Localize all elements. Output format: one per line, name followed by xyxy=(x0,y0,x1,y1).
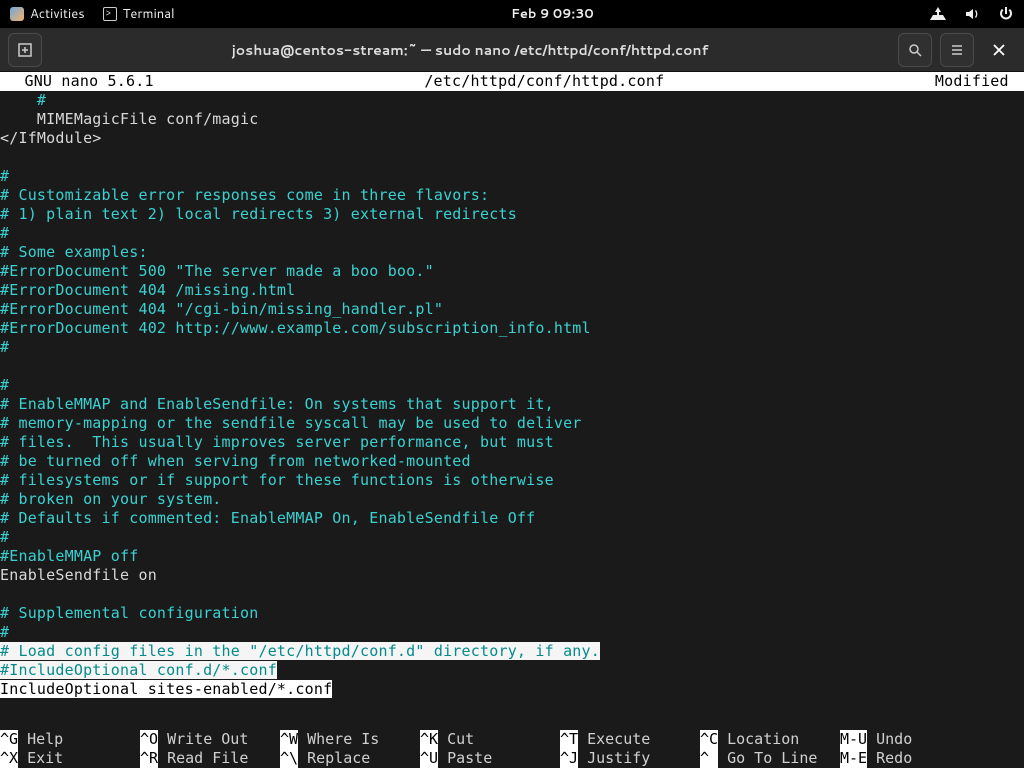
editor-line: #ErrorDocument 402 http://www.example.co… xyxy=(0,319,1024,338)
shortcut-label: Paste xyxy=(438,749,537,768)
shortcut-label: Undo xyxy=(867,730,912,749)
editor-line: EnableSendfile on xyxy=(0,566,1024,585)
shortcut-key: ^U xyxy=(420,749,438,768)
shortcut-label: Replace xyxy=(298,749,397,768)
shortcut: ^C Location xyxy=(700,730,840,749)
search-button[interactable] xyxy=(898,33,932,67)
nano-version: GNU nano 5.6.1 xyxy=(0,72,154,91)
shortcut-key: ^C xyxy=(700,730,718,749)
editor-line xyxy=(0,357,1024,376)
shortcut: ^\ Replace xyxy=(280,749,420,768)
shortcut-key: M-E xyxy=(840,749,867,768)
clock[interactable]: Feb 9 09:30 xyxy=(175,5,930,23)
shortcut: ^K Cut xyxy=(420,730,560,749)
app-menu-label: Terminal xyxy=(123,5,175,23)
close-button[interactable] xyxy=(982,33,1016,67)
editor-line: # EnableMMAP and EnableSendfile: On syst… xyxy=(0,395,1024,414)
shortcut-key: ^J xyxy=(560,749,578,768)
editor-line: # 1) plain text 2) local redirects 3) ex… xyxy=(0,205,1024,224)
editor-line: # memory-mapping or the sendfile syscall… xyxy=(0,414,1024,433)
editor-line: # xyxy=(0,91,1024,110)
shortcut-label: Go To Line xyxy=(718,749,817,768)
window-titlebar: joshua@centos-stream:~ — sudo nano /etc/… xyxy=(0,28,1024,72)
shortcut-label: Execute xyxy=(578,730,677,749)
shortcut-key: ^X xyxy=(0,749,18,768)
activities-icon xyxy=(10,7,24,21)
shortcut: M-U Undo xyxy=(840,730,930,749)
editor-line: #ErrorDocument 500 "The server made a bo… xyxy=(0,262,1024,281)
editor-line: # xyxy=(0,338,1024,357)
gnome-topbar: Activities Terminal Feb 9 09:30 xyxy=(0,0,1024,28)
shortcut-label: Cut xyxy=(438,730,537,749)
editor-line: # broken on your system. xyxy=(0,490,1024,509)
shortcut-key: ^R xyxy=(140,749,158,768)
terminal-viewport[interactable]: GNU nano 5.6.1 /etc/httpd/conf/httpd.con… xyxy=(0,72,1024,768)
editor-line: #ErrorDocument 404 /missing.html xyxy=(0,281,1024,300)
terminal-icon xyxy=(103,7,117,21)
shortcut-label: Location xyxy=(718,730,817,749)
menu-button[interactable] xyxy=(940,33,974,67)
editor-line: #IncludeOptional conf.d/*.conf xyxy=(0,661,1024,680)
shortcut: ^O Write Out xyxy=(140,730,280,749)
editor-line: #ErrorDocument 404 "/cgi-bin/missing_han… xyxy=(0,300,1024,319)
new-tab-button[interactable] xyxy=(8,33,42,67)
editor-line: # files. This usually improves server pe… xyxy=(0,433,1024,452)
nano-titlebar: GNU nano 5.6.1 /etc/httpd/conf/httpd.con… xyxy=(0,72,1024,91)
shortcut-key: ^O xyxy=(140,730,158,749)
shortcut-label: Justify xyxy=(578,749,677,768)
shortcut-key: ^ xyxy=(700,749,718,768)
editor-line: # be turned off when serving from networ… xyxy=(0,452,1024,471)
editor-line: # xyxy=(0,376,1024,395)
editor-buffer[interactable]: # MIMEMagicFile conf/magic</IfModule> ##… xyxy=(0,91,1024,699)
editor-line: # xyxy=(0,167,1024,186)
app-menu[interactable]: Terminal xyxy=(103,5,175,23)
window-title: joshua@centos-stream:~ — sudo nano /etc/… xyxy=(42,40,898,60)
editor-line: # Defaults if commented: EnableMMAP On, … xyxy=(0,509,1024,528)
shortcut-label: Read File xyxy=(158,749,257,768)
shortcut: ^G Help xyxy=(0,730,140,749)
editor-line xyxy=(0,148,1024,167)
nano-shortcut-bar: ^G Help ^O Write Out ^W Where Is ^K Cut … xyxy=(0,730,1024,768)
editor-line: </IfModule> xyxy=(0,129,1024,148)
network-icon[interactable] xyxy=(930,6,946,22)
shortcut-key: ^\ xyxy=(280,749,298,768)
shortcut: ^J Justify xyxy=(560,749,700,768)
shortcut-key: ^T xyxy=(560,730,578,749)
editor-line: # Load config files in the "/etc/httpd/c… xyxy=(0,642,1024,661)
shortcut-label: Exit xyxy=(18,749,117,768)
power-icon[interactable] xyxy=(998,6,1014,22)
shortcut: M-E Redo xyxy=(840,749,930,768)
activities-button[interactable]: Activities xyxy=(10,5,85,23)
shortcut-key: ^K xyxy=(420,730,438,749)
shortcut: ^R Read File xyxy=(140,749,280,768)
nano-modified: Modified xyxy=(935,72,1024,91)
shortcut-label: Redo xyxy=(867,749,912,768)
editor-line: # Some examples: xyxy=(0,243,1024,262)
volume-icon[interactable] xyxy=(964,6,980,22)
shortcut: ^W Where Is xyxy=(280,730,420,749)
editor-line: MIMEMagicFile conf/magic xyxy=(0,110,1024,129)
nano-filename: /etc/httpd/conf/httpd.conf xyxy=(154,72,935,91)
editor-line: # xyxy=(0,528,1024,547)
activities-label: Activities xyxy=(30,5,85,23)
editor-line xyxy=(0,585,1024,604)
editor-line: IncludeOptional sites-enabled/*.conf xyxy=(0,680,1024,699)
editor-line: # xyxy=(0,623,1024,642)
shortcut: ^X Exit xyxy=(0,749,140,768)
shortcut-key: ^G xyxy=(0,730,18,749)
editor-line: #EnableMMAP off xyxy=(0,547,1024,566)
shortcut-label: Write Out xyxy=(158,730,257,749)
editor-line: # xyxy=(0,224,1024,243)
editor-line: # Supplemental configuration xyxy=(0,604,1024,623)
shortcut: ^U Paste xyxy=(420,749,560,768)
shortcut-label: Where Is xyxy=(298,730,397,749)
shortcut: ^ Go To Line xyxy=(700,749,840,768)
editor-line: # filesystems or if support for these fu… xyxy=(0,471,1024,490)
editor-line: # Customizable error responses come in t… xyxy=(0,186,1024,205)
shortcut-key: ^W xyxy=(280,730,298,749)
shortcut-key: M-U xyxy=(840,730,867,749)
shortcut: ^T Execute xyxy=(560,730,700,749)
shortcut-label: Help xyxy=(18,730,117,749)
